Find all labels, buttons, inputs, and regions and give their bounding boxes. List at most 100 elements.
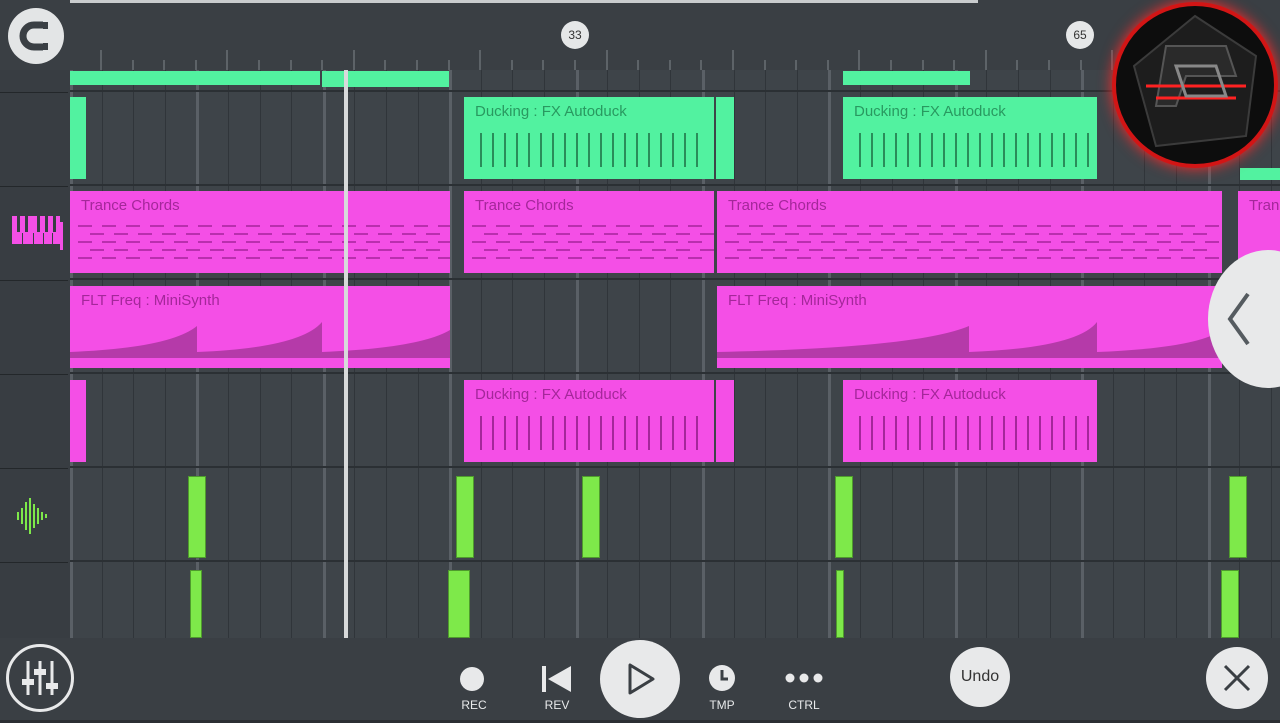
- undo-button[interactable]: Undo: [950, 647, 1010, 707]
- automation-clip-ducking[interactable]: Ducking : FX Autoduck: [464, 97, 714, 179]
- automation-clip-ducking[interactable]: Ducking : FX Autoduck: [464, 380, 714, 462]
- rec-button[interactable]: REC: [446, 656, 502, 720]
- note-mark: [1169, 249, 1183, 251]
- ruler-tick: [416, 60, 418, 70]
- note-mark: [1193, 233, 1207, 235]
- note-mark: [1109, 257, 1123, 259]
- ruler-tick: [352, 50, 355, 70]
- note-mark: [1049, 249, 1063, 251]
- audio-clip[interactable]: [836, 570, 844, 638]
- note-mark: [390, 225, 404, 227]
- chevron-left-icon[interactable]: [1208, 250, 1280, 388]
- note-mark: [676, 233, 690, 235]
- magnet-icon[interactable]: [8, 8, 64, 64]
- note-mark: [270, 241, 284, 243]
- ruler-tick: [321, 60, 324, 70]
- note-mark: [354, 249, 368, 251]
- note-mark: [258, 249, 272, 251]
- pattern-clip-trance-chords[interactable]: Trance Chords: [717, 191, 1222, 273]
- play-button[interactable]: [600, 640, 680, 718]
- note-mark: [640, 225, 654, 227]
- automation-clip-flt-freq[interactable]: FLT Freq : MiniSynth: [717, 286, 1222, 368]
- automation-clip[interactable]: [70, 71, 320, 85]
- audio-clip[interactable]: [582, 476, 600, 558]
- mixer-icon[interactable]: [6, 644, 74, 712]
- note-mark: [652, 249, 666, 251]
- automation-clip[interactable]: [843, 71, 970, 85]
- note-mark: [126, 225, 140, 227]
- note-mark: [809, 233, 823, 235]
- ruler-tick: [510, 60, 513, 70]
- note-mark: [366, 241, 380, 243]
- audio-clip[interactable]: [188, 476, 206, 558]
- playhead[interactable]: [344, 70, 348, 638]
- note-mark: [749, 241, 763, 243]
- audio-clip[interactable]: [190, 570, 202, 638]
- note-mark: [1001, 249, 1015, 251]
- channel-piano[interactable]: [0, 186, 68, 281]
- automation-clip-flt-freq[interactable]: FLT Freq : MiniSynth: [70, 286, 450, 368]
- audio-clip[interactable]: [1221, 570, 1239, 638]
- note-mark: [544, 257, 558, 259]
- close-button[interactable]: [1206, 647, 1268, 709]
- ruler-tick: [289, 60, 292, 70]
- ruler-marker-33[interactable]: 33: [561, 21, 589, 49]
- automation-clip-ducking[interactable]: Ducking : FX Autoduck: [843, 380, 1097, 462]
- playlist-grid[interactable]: Ducking : FX Autoduck Ducking : FX Autod…: [70, 70, 1280, 638]
- timeline-ruler[interactable]: 33 65: [0, 0, 1280, 70]
- note-mark: [1145, 233, 1159, 235]
- automation-clip[interactable]: [716, 97, 734, 179]
- note-mark: [102, 257, 116, 259]
- rev-button[interactable]: REV: [529, 656, 585, 720]
- note-mark: [989, 241, 1003, 243]
- audio-clip[interactable]: [456, 476, 474, 558]
- automation-clip[interactable]: [1240, 168, 1280, 180]
- note-mark: [246, 241, 260, 243]
- automation-clip[interactable]: [70, 97, 86, 179]
- note-mark: [688, 257, 702, 259]
- ruler-tick: [1048, 60, 1050, 70]
- note-mark: [210, 249, 224, 251]
- automation-clip[interactable]: [322, 71, 449, 87]
- ruler-tick: [163, 60, 166, 70]
- ruler-marker-65[interactable]: 65: [1066, 21, 1094, 49]
- tempo-button[interactable]: TMP: [694, 656, 750, 720]
- ruler-tick: [574, 60, 576, 70]
- rev-label: REV: [544, 698, 570, 712]
- close-icon: [1223, 664, 1251, 692]
- note-mark: [484, 233, 498, 235]
- note-mark: [1157, 241, 1171, 243]
- note-mark: [1061, 225, 1075, 227]
- automation-clip-ducking[interactable]: Ducking : FX Autoduck: [843, 97, 1097, 179]
- automation-clip[interactable]: [70, 380, 86, 462]
- pattern-clip-trance-chords[interactable]: Trance Chords: [70, 191, 450, 273]
- note-mark: [965, 225, 979, 227]
- note-mark: [438, 241, 450, 243]
- ctrl-button[interactable]: CTRL: [776, 656, 832, 720]
- note-mark: [773, 225, 787, 227]
- note-mark: [162, 249, 176, 251]
- automation-clip[interactable]: [716, 380, 734, 462]
- pattern-clip-trance-chords[interactable]: Trance Chords: [464, 191, 714, 273]
- waveform-icon: [17, 498, 47, 534]
- scroll-position-bar[interactable]: [70, 0, 978, 3]
- automation-curve: [70, 322, 450, 368]
- note-mark: [174, 257, 188, 259]
- note-mark: [1169, 233, 1183, 235]
- note-mark: [496, 241, 510, 243]
- channel-audio[interactable]: [0, 468, 68, 563]
- note-mark: [426, 249, 440, 251]
- note-mark: [472, 225, 486, 227]
- note-mark: [568, 241, 582, 243]
- audio-clip[interactable]: [835, 476, 853, 558]
- note-mark: [186, 233, 200, 235]
- audio-clip[interactable]: [448, 570, 470, 638]
- note-mark: [1037, 257, 1051, 259]
- note-mark: [676, 249, 690, 251]
- note-mark: [845, 225, 859, 227]
- note-mark: [664, 257, 678, 259]
- note-mark: [797, 257, 811, 259]
- play-icon: [628, 663, 655, 695]
- note-mark: [773, 257, 787, 259]
- audio-clip[interactable]: [1229, 476, 1247, 558]
